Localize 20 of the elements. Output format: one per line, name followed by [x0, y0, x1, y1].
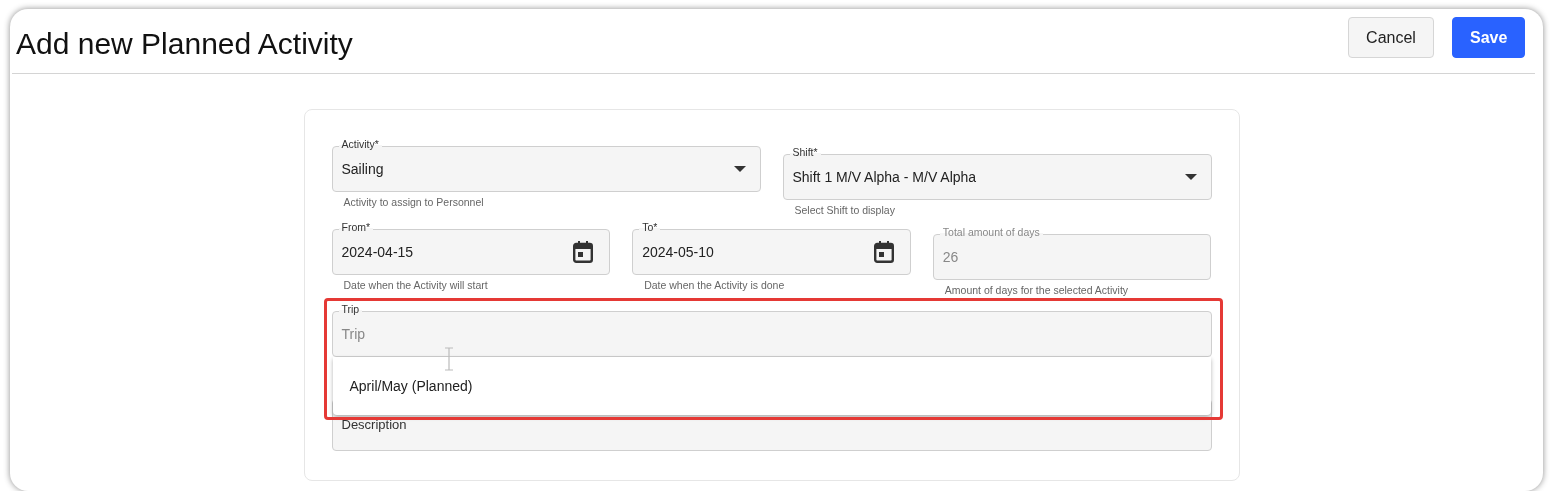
text-cursor-icon — [443, 347, 454, 371]
caret-icon — [1184, 174, 1197, 180]
calendar-icon — [573, 241, 594, 263]
cancel-button[interactable]: Cancel — [1348, 17, 1434, 58]
helper-text: Select Shift to display — [794, 204, 896, 216]
helper-text: Date when the Activity will start — [343, 279, 489, 291]
field-label: Activity* — [338, 138, 382, 151]
field-label: To* — [639, 221, 661, 234]
helper-text: Activity to assign to Personnel — [343, 196, 485, 208]
helper-text: Amount of days for the selected Activity — [944, 284, 1130, 296]
field-label: Total amount of days — [939, 226, 1043, 239]
calendar-icon — [873, 241, 894, 263]
field-label: From* — [338, 221, 374, 234]
field-label: Trip — [338, 303, 363, 316]
dropdown-option[interactable]: April/May (Planned) — [332, 378, 490, 394]
caret-icon — [733, 166, 746, 172]
helper-text: Date when the Activity is done — [644, 279, 786, 291]
save-button[interactable]: Save — [1452, 17, 1525, 58]
page-title: Add new Planned Activity — [16, 27, 353, 61]
field-label: Shift* — [789, 146, 821, 159]
